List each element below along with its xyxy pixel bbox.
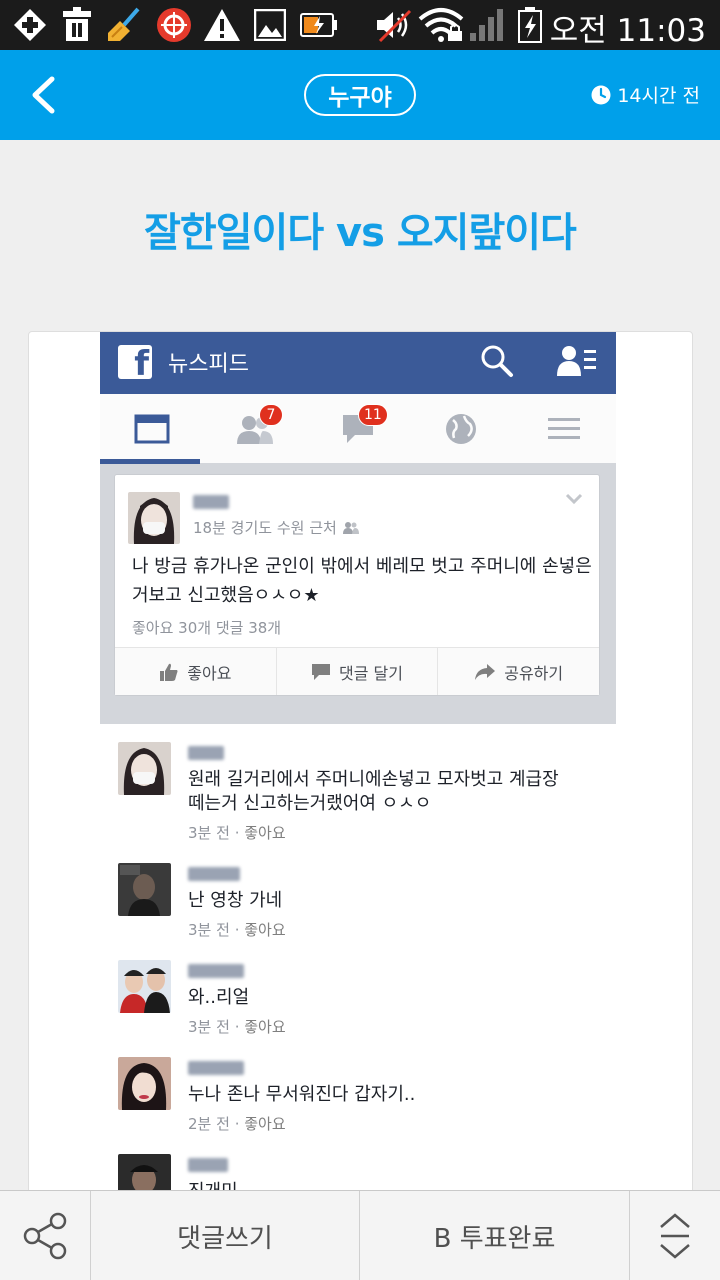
fb-tab-feed[interactable] (100, 394, 203, 464)
screen: 오전 11:03 누구야 14시간 전 잘한일이다 vs 오지랖이다 f 뉴스피… (0, 0, 720, 1280)
like-label: 좋아요 (187, 663, 232, 683)
menu-icon (547, 418, 580, 439)
friends-list-icon (557, 346, 596, 376)
broom-icon (106, 7, 142, 43)
image-icon (253, 7, 287, 43)
fb-tab-bar: 7 11 (100, 394, 616, 464)
app-icon (156, 7, 192, 43)
comment-item: 와..리얼 3분 전 · 좋아요 (118, 960, 598, 1040)
messages-badge: 11 (358, 404, 388, 426)
avatar (118, 1057, 171, 1110)
share-icon (23, 1212, 67, 1260)
bottom-bar: 댓글쓰기 B 투표완료 (0, 1190, 720, 1280)
comment-text: 와..리얼 (188, 987, 250, 1008)
facebook-screenshot: f 뉴스피드 7 11 18분 경기도 수원 근처 나 방금 휴가나온 군인이 … (100, 332, 618, 1210)
comment-time: 3분 전 (188, 921, 230, 939)
post-text: 나 방금 휴가나온 군인이 밖에서 베레모 벗고 주머니에 손넣은거보고 신고했… (132, 556, 592, 606)
chevron-left-icon (32, 76, 55, 114)
vote-status-label: B 투표완료 (433, 1223, 556, 1254)
battery-icon (516, 7, 544, 43)
comment-text: 누나 존나 무서워진다 갑자기.. (188, 1084, 416, 1105)
chevron-down-icon[interactable] (565, 493, 583, 505)
category-pill[interactable]: 누구야 (304, 74, 416, 116)
avatar (118, 742, 171, 795)
comment-time: 3분 전 (188, 824, 230, 842)
comment-text: 원래 길거리에서 주머니에손넣고 모자벗고 계급장떼는거 신고하는거랬어여 ㅇㅅ… (188, 769, 559, 814)
commenter-name-blurred (188, 867, 240, 881)
commenter-name-blurred (188, 964, 244, 978)
avatar (118, 960, 171, 1013)
fb-tab-messages[interactable]: 11 (306, 394, 409, 464)
comment-item: 원래 길거리에서 주머니에손넣고 모자벗고 계급장떼는거 신고하는거랬어여 ㅇㅅ… (118, 742, 598, 852)
fb-post: 18분 경기도 수원 근처 나 방금 휴가나온 군인이 밖에서 베레모 벗고 주… (114, 474, 600, 696)
facebook-logo-icon: f (118, 345, 152, 381)
post-meta: 18분 경기도 수원 근처 (193, 517, 359, 538)
comment-text: 난 영창 가네 (188, 890, 283, 911)
feed-icon (134, 414, 169, 444)
comment-meta: 3분 전 · 좋아요 (188, 921, 286, 939)
commenter-name-blurred (188, 746, 224, 760)
share-label: 공유하기 (504, 663, 564, 683)
share-button[interactable] (0, 1191, 91, 1280)
status-bar: 오전 11:03 (0, 0, 720, 50)
comment-time: 2분 전 (188, 1115, 230, 1133)
fb-top-bar: f 뉴스피드 (100, 332, 616, 394)
back-button[interactable] (18, 68, 68, 122)
comment-like[interactable]: 좋아요 (244, 921, 285, 939)
comment-item: 누나 존나 무서워진다 갑자기.. 2분 전 · 좋아요 (118, 1057, 598, 1137)
write-comment-button[interactable]: 댓글쓰기 (91, 1191, 360, 1280)
comment-item: 난 영창 가네 3분 전 · 좋아요 (118, 863, 598, 943)
share-button[interactable]: 공유하기 (438, 648, 599, 695)
expand-collapse-button[interactable] (630, 1191, 720, 1280)
fb-tab-friends[interactable]: 7 (203, 394, 306, 464)
thumbs-up-icon (160, 663, 178, 681)
search-icon (481, 345, 513, 377)
post-stats: 좋아요 30개 댓글 38개 (132, 619, 282, 637)
add-icon (12, 7, 48, 43)
post-meta-text: 18분 경기도 수원 근처 (193, 519, 337, 537)
avatar (118, 863, 171, 916)
fb-tab-menu[interactable] (512, 394, 615, 464)
globe-icon (445, 414, 476, 444)
warning-icon (203, 7, 241, 43)
friends-audience-icon (342, 521, 359, 534)
signal-icon (468, 7, 508, 43)
comment-button[interactable]: 댓글 달기 (277, 648, 439, 695)
author-name-blurred (193, 495, 229, 509)
comment-meta: 3분 전 · 좋아요 (188, 824, 286, 842)
commenter-name-blurred (188, 1158, 228, 1172)
fb-title: 뉴스피드 (168, 352, 249, 377)
mute-icon (374, 7, 414, 43)
fb-tab-globe[interactable] (409, 394, 512, 464)
post-card: f 뉴스피드 7 11 18분 경기도 수원 근처 나 방금 휴가나온 군인이 … (28, 331, 693, 1211)
question-title: 잘한일이다 vs 오지랖이다 (144, 210, 577, 256)
share-arrow-icon (475, 663, 496, 680)
post-time: 14시간 전 (591, 81, 700, 108)
battery-charging-icon (299, 7, 339, 43)
avatar (128, 492, 180, 544)
post-actions: 좋아요 댓글 달기 공유하기 (115, 647, 599, 695)
write-comment-label: 댓글쓰기 (177, 1223, 273, 1254)
comment-label: 댓글 달기 (339, 663, 403, 683)
comment-icon (312, 663, 331, 680)
wifi-icon (418, 7, 464, 43)
vote-status-button[interactable]: B 투표완료 (360, 1191, 630, 1280)
comment-meta: 3분 전 · 좋아요 (188, 1018, 286, 1036)
comment-time: 3분 전 (188, 1018, 230, 1036)
comment-like[interactable]: 좋아요 (244, 1115, 285, 1133)
trash-icon (60, 7, 94, 43)
comment-like[interactable]: 좋아요 (244, 1018, 285, 1036)
status-time: 오전 11:03 (549, 13, 706, 49)
app-header: 누구야 14시간 전 (0, 50, 720, 140)
expand-collapse-icon (660, 1213, 690, 1259)
friends-badge: 7 (259, 404, 283, 426)
clock-icon (591, 85, 611, 104)
like-button[interactable]: 좋아요 (115, 648, 277, 695)
time-ago-text: 14시간 전 (617, 85, 700, 107)
comment-meta: 2분 전 · 좋아요 (188, 1115, 286, 1133)
commenter-name-blurred (188, 1061, 244, 1075)
comment-like[interactable]: 좋아요 (244, 824, 285, 842)
